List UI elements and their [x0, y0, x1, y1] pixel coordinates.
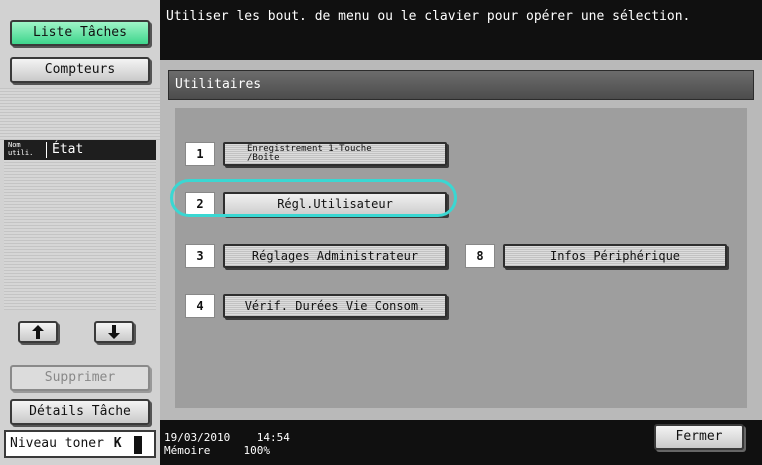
column-user-name: Nom utili.: [8, 141, 34, 157]
counters-button[interactable]: Compteurs: [10, 57, 150, 83]
menu-item-number: 2: [185, 192, 215, 216]
menu-item-number: 1: [185, 142, 215, 166]
column-divider: [46, 142, 47, 158]
menu-item-number: 3: [185, 244, 215, 268]
status-bar: 19/03/2010 14:54 Mémoire 100% Fermer: [160, 420, 762, 465]
date: 19/03/2010: [164, 431, 231, 444]
toner-bar-icon: [134, 436, 142, 454]
column-status: État: [52, 142, 84, 157]
menu-item-number: 8: [465, 244, 495, 268]
consumables-life-button[interactable]: Vérif. Durées Vie Consom.: [223, 294, 447, 318]
menu-item-number: 4: [185, 294, 215, 318]
left-panel: Liste Tâches Compteurs Nom utili. État S…: [0, 0, 160, 465]
job-list[interactable]: [4, 160, 156, 310]
device-info-button[interactable]: Infos Périphérique: [503, 244, 727, 268]
user-settings-button[interactable]: Régl.Utilisateur: [223, 192, 447, 216]
instruction-message: Utiliser les bout. de menu ou le clavier…: [160, 0, 762, 60]
toner-label: Niveau toner: [10, 436, 104, 451]
admin-settings-button[interactable]: Réglages Administrateur: [223, 244, 447, 268]
job-list-header: Nom utili. État: [4, 140, 156, 160]
left-panel-spacer: [0, 88, 160, 140]
one-touch-box-registration-button[interactable]: Enregistrement 1-Touche /Boîte: [223, 142, 447, 166]
arrow-down-icon: [108, 325, 120, 339]
job-list-button[interactable]: Liste Tâches: [10, 20, 150, 46]
scroll-up-button[interactable]: [18, 321, 58, 343]
toner-color-label: K: [113, 436, 122, 451]
memory-value: 100%: [243, 444, 270, 457]
job-details-button[interactable]: Détails Tâche: [10, 399, 150, 425]
scroll-down-button[interactable]: [94, 321, 134, 343]
memory-status: Mémoire 100%: [164, 445, 270, 457]
arrow-up-icon: [32, 325, 44, 339]
toner-level: Niveau toner K: [4, 430, 156, 458]
main-area: Utilitaires 1 Enregistrement 1-Touche /B…: [160, 60, 762, 420]
time: 14:54: [256, 431, 290, 444]
close-button[interactable]: Fermer: [654, 424, 744, 450]
delete-button[interactable]: Supprimer: [10, 365, 150, 391]
utilities-menu-panel: 1 Enregistrement 1-Touche /Boîte 2 Régl.…: [175, 108, 747, 408]
page-title: Utilitaires: [168, 70, 754, 100]
memory-label: Mémoire: [164, 444, 211, 457]
date-time: 19/03/2010 14:54: [164, 432, 290, 444]
